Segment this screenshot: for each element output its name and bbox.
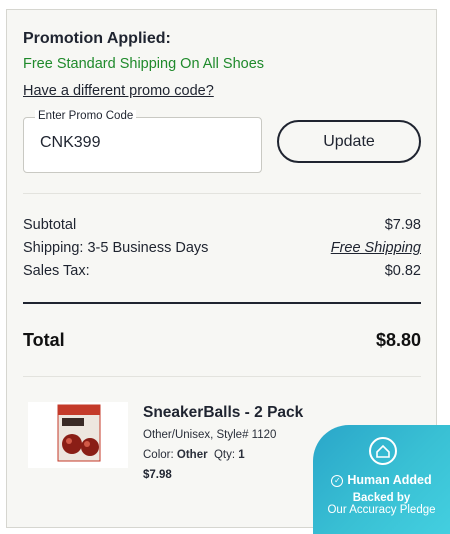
pledge-line1-text: Human Added xyxy=(347,473,432,487)
product-style: Other/Unisex, Style# 1120 xyxy=(143,429,277,441)
product-image[interactable] xyxy=(28,402,128,468)
update-button[interactable]: Update xyxy=(277,120,421,163)
promo-code-field[interactable]: Enter Promo Code xyxy=(23,110,262,173)
color-label: Color: xyxy=(143,449,174,461)
subtotal-label: Subtotal xyxy=(23,217,77,233)
check-circle-icon: ✓ xyxy=(331,475,344,487)
color-value: Other xyxy=(176,449,208,461)
product-name[interactable]: SneakerBalls - 2 Pack xyxy=(143,404,303,422)
product-photo-icon xyxy=(28,402,128,468)
product-color-qty: Color: Other Qty: 1 xyxy=(143,449,245,461)
divider-strong xyxy=(23,302,421,304)
qty-label: Qty: xyxy=(213,449,236,461)
product-price: $7.98 xyxy=(143,469,172,481)
tax-value: $0.82 xyxy=(384,263,421,279)
accuracy-pledge-badge[interactable]: ✓ Human Added Backed by Our Accuracy Pled… xyxy=(313,425,450,534)
pledge-line1: ✓ Human Added xyxy=(313,473,450,487)
pledge-line3: Our Accuracy Pledge xyxy=(327,504,436,516)
total-row: Total $8.80 xyxy=(23,330,421,351)
human-badge-icon xyxy=(369,437,397,465)
shipping-label: Shipping: 3-5 Business Days xyxy=(23,240,209,256)
subtotal-value: $7.98 xyxy=(384,217,421,233)
different-promo-link[interactable]: Have a different promo code? xyxy=(23,83,214,99)
promo-title: Promotion Applied: xyxy=(23,30,171,47)
pledge-line2: Backed by xyxy=(352,492,411,504)
qty-value: 1 xyxy=(238,449,245,461)
total-label: Total xyxy=(23,330,65,350)
total-value: $8.80 xyxy=(375,330,421,350)
divider xyxy=(23,193,421,194)
divider xyxy=(23,376,421,377)
promo-message: Free Standard Shipping On All Shoes xyxy=(23,56,265,72)
subtotal-row: Subtotal $7.98 xyxy=(23,217,421,233)
free-shipping-link[interactable]: Free Shipping xyxy=(331,240,421,256)
tax-label: Sales Tax: xyxy=(23,263,90,279)
shipping-row: Shipping: 3-5 Business Days Free Shippin… xyxy=(23,240,421,256)
promo-code-label: Enter Promo Code xyxy=(35,110,137,122)
tax-row: Sales Tax: $0.82 xyxy=(23,263,421,279)
promo-code-input[interactable] xyxy=(40,134,240,152)
